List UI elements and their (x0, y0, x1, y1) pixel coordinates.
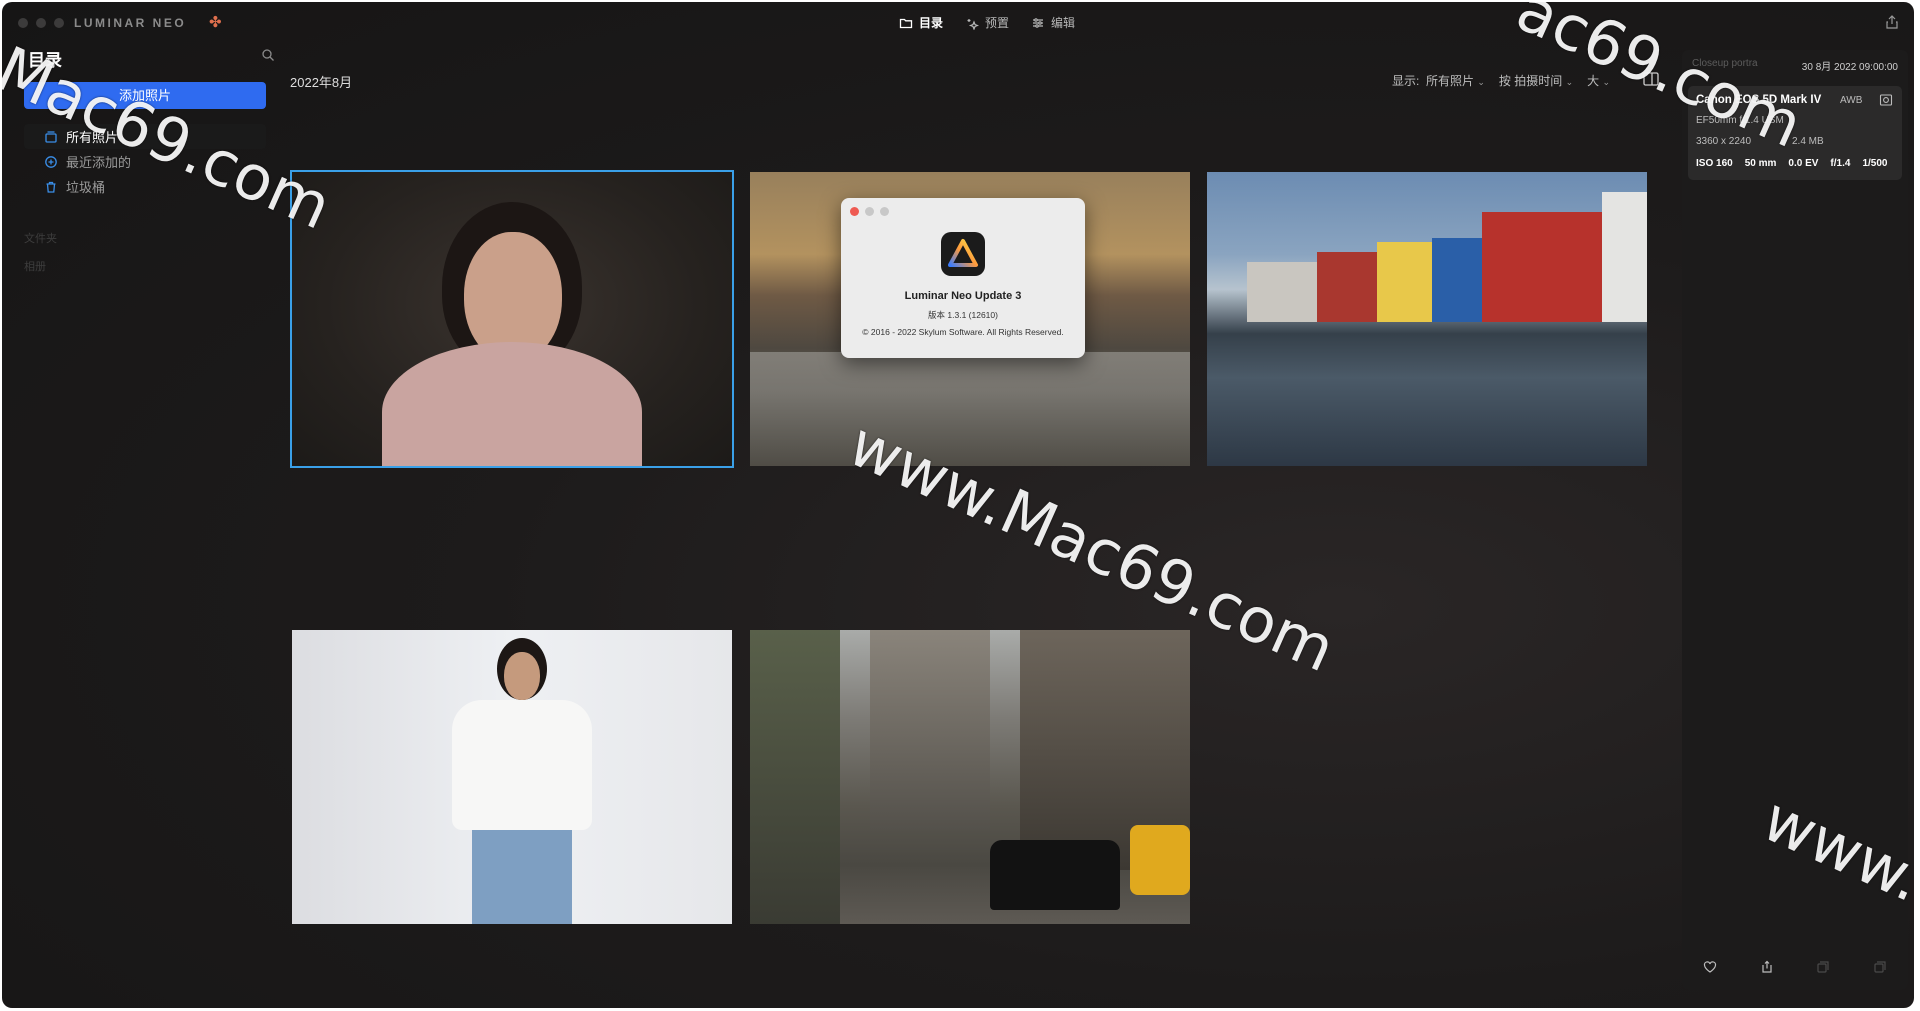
sidebar-nav: 所有照片 最近添加的 垃圾桶 (24, 124, 266, 199)
export-icon[interactable] (1760, 960, 1774, 974)
house-shape (1482, 212, 1602, 322)
tab-edit-label: 编辑 (1051, 16, 1076, 30)
sidebar-section-albums[interactable]: 相册 (24, 258, 46, 274)
image-resolution: 3360 x 2240 (1696, 136, 1752, 147)
tree-shape (750, 630, 840, 924)
tab-presets[interactable]: 预置 (965, 14, 1009, 31)
exif-exposure: 0.0 EV (1788, 158, 1819, 169)
dialog-copyright: © 2016 - 2022 Skylum Software. All Right… (862, 327, 1064, 337)
folder-icon (899, 18, 913, 28)
show-filter-dropdown[interactable]: 显示: 所有照片 ⌄ (1392, 72, 1485, 89)
about-dialog: Luminar Neo Update 3 版本 1.3.1 (12610) © … (841, 198, 1085, 358)
photo-thumbnail[interactable] (1207, 172, 1647, 466)
duplicate-icon[interactable] (1816, 960, 1830, 974)
chevron-down-icon: ⌄ (1565, 77, 1574, 87)
share-icon[interactable] (1884, 14, 1900, 30)
sidebar-item-trash[interactable]: 垃圾桶 (24, 174, 266, 199)
photo-date: 30 8月 2022 09:00:00 (1801, 62, 1898, 73)
dialog-app-name: Luminar Neo Update 3 (904, 290, 1022, 302)
sort-dropdown[interactable]: 按 拍摄时间 ⌄ (1499, 72, 1573, 89)
chevron-down-icon: ⌄ (1477, 77, 1485, 87)
sort-value: 按 拍摄时间 (1498, 74, 1563, 88)
sliders-icon (1033, 17, 1044, 28)
app-window: LUMINAR NEO ✤ 目录 预置 编辑 目录 添加照片 所有照片 最近添加… (2, 2, 1914, 1008)
title-bar: LUMINAR NEO ✤ 目录 预置 编辑 (2, 2, 1914, 42)
exif-aperture: f/1.4 (1830, 158, 1851, 169)
photo-thumbnail[interactable] (750, 630, 1190, 924)
building-shape (870, 630, 990, 830)
exif-iso: ISO 160 (1696, 158, 1733, 169)
sidebar-title: 目录 (28, 51, 62, 70)
exif-shutter: 1/500 (1862, 158, 1888, 169)
exif-card: Canon EOS 5D Mark IV AWB EF50mm f/1.4 US… (1688, 86, 1902, 180)
house-shape (1432, 238, 1482, 322)
sidebar-section-folders[interactable]: 文件夹 (24, 230, 57, 246)
dialog-close-button[interactable] (850, 207, 859, 216)
sparkle-icon (967, 18, 980, 30)
tab-catalog-label: 目录 (919, 16, 944, 30)
file-size: 2.4 MB (1792, 136, 1824, 147)
heart-icon[interactable] (1703, 960, 1717, 974)
add-photos-button[interactable]: 添加照片 (24, 82, 266, 109)
zoom-window-button[interactable] (54, 18, 64, 28)
extensions-icon[interactable]: ✤ (209, 13, 222, 31)
photo-thumbnail[interactable] (290, 170, 734, 468)
sidebar-item-recently-added[interactable]: 最近添加的 (24, 149, 266, 174)
white-balance: AWB (1840, 95, 1863, 106)
sidebar-item-all-photos[interactable]: 所有照片 (24, 124, 266, 149)
window-controls (18, 18, 64, 28)
surf-shape (750, 352, 1190, 466)
tab-presets-label: 预置 (985, 16, 1010, 30)
thumbnail-size-value: 大 (1587, 74, 1600, 88)
view-controls: 显示: 所有照片 ⌄ 按 拍摄时间 ⌄ 大 ⌄ (1392, 72, 1610, 89)
sidebar: 目录 添加照片 所有照片 最近添加的 垃圾桶 文件夹 相册 (2, 42, 280, 1008)
photo-thumbnail[interactable] (292, 630, 732, 924)
dialog-window-controls (850, 207, 889, 216)
dress-shape (382, 342, 642, 466)
minimize-window-button[interactable] (36, 18, 46, 28)
photo-filename: Closeup portra (1692, 58, 1758, 69)
lens-model: EF50mm f/1.4 USM (1696, 115, 1784, 126)
taxi-shape (1130, 825, 1190, 895)
info-header: Closeup portra 30 8月 2022 09:00:00 (1692, 58, 1898, 73)
face-shape (504, 652, 540, 700)
jeans-shape (472, 830, 572, 924)
app-logo: LUMINAR NEO (74, 16, 187, 30)
exif-focal-length: 50 mm (1744, 158, 1777, 169)
sidebar-item-label: 所有照片 (66, 130, 119, 145)
info-panel: Closeup portra 30 8月 2022 09:00:00 Canon… (1682, 50, 1908, 990)
sidebar-item-label: 垃圾桶 (66, 180, 106, 195)
camera-icon (1879, 94, 1893, 106)
sidebar-item-label: 最近添加的 (66, 155, 132, 170)
luminar-app-icon (941, 232, 985, 276)
car-shape (990, 840, 1120, 910)
month-heading: 2022年8月 (290, 75, 353, 90)
photos-icon (44, 130, 58, 144)
thumbnail-size-dropdown[interactable]: 大 ⌄ (1587, 72, 1610, 89)
tab-catalog[interactable]: 目录 (899, 14, 943, 31)
trash-icon (44, 180, 58, 194)
close-window-button[interactable] (18, 18, 28, 28)
dialog-zoom-button[interactable] (880, 207, 889, 216)
dialog-version: 版本 1.3.1 (12610) (928, 310, 998, 320)
house-shape (1602, 192, 1647, 322)
house-shape (1247, 262, 1317, 322)
house-shape (1317, 252, 1377, 322)
show-filter-label: 显示: (1392, 74, 1420, 88)
search-icon[interactable] (261, 48, 275, 62)
camera-model: Canon EOS 5D Mark IV (1696, 94, 1822, 106)
chevron-down-icon: ⌄ (1602, 77, 1611, 87)
show-filter-value: 所有照片 (1426, 74, 1475, 88)
compare-icon[interactable] (1873, 960, 1887, 974)
dialog-minimize-button[interactable] (865, 207, 874, 216)
blouse-shape (452, 700, 592, 830)
house-shape (1377, 242, 1432, 322)
info-panel-actions (1682, 960, 1908, 974)
exif-values: ISO 160 50 mm 0.0 EV f/1.4 1/500 (1696, 158, 1887, 169)
mode-tabs: 目录 预置 编辑 (899, 14, 1075, 31)
info-panel-toggle-icon[interactable] (1643, 72, 1659, 86)
plus-circle-icon (44, 155, 58, 169)
tab-edit[interactable]: 编辑 (1031, 14, 1075, 31)
